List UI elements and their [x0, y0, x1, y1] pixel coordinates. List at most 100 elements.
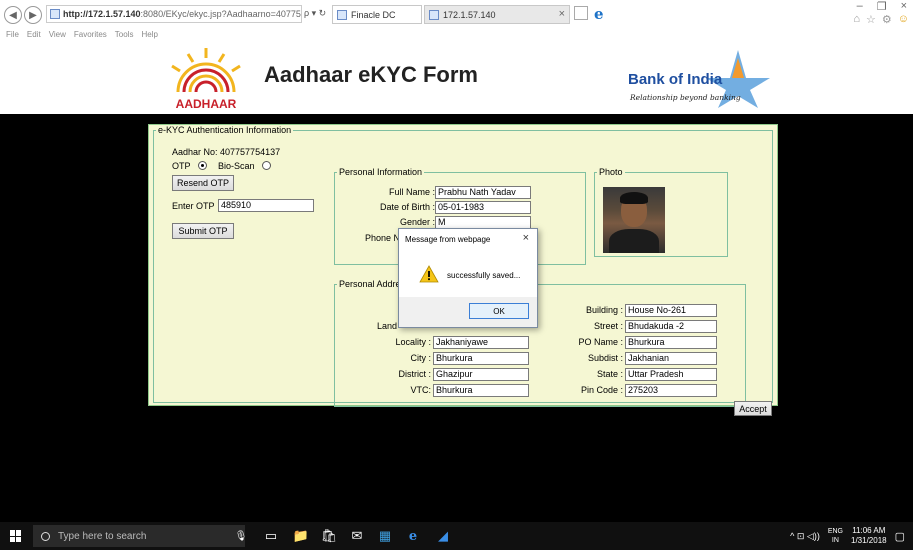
- url-path: :8080/EKyc/ekyc.jsp?Aadhaarno=407757: [140, 9, 302, 19]
- otp-input[interactable]: 485910: [218, 199, 314, 212]
- po-name-label: PO Name :: [578, 337, 623, 347]
- clock[interactable]: 11:06 AM 1/31/2018: [851, 526, 887, 546]
- bioscan-radio[interactable]: [262, 161, 271, 170]
- search-placeholder: Type here to search: [58, 530, 147, 542]
- resend-otp-button[interactable]: Resend OTP: [172, 175, 234, 191]
- subdist-label: Subdist :: [587, 353, 623, 363]
- phone-label: Phone N: [365, 233, 401, 243]
- city-input[interactable]: Bhurkura: [433, 352, 529, 365]
- dob-input[interactable]: 05-01-1983: [435, 201, 531, 214]
- system-tray: ^ ⊡ ◁)) ENG IN 11:06 AM 1/31/2018 ▢: [790, 526, 905, 546]
- enter-otp-label: Enter OTP: [172, 201, 215, 211]
- address-bar[interactable]: http://172.1.57.140:8080/EKyc/ekyc.jsp?A…: [46, 5, 302, 23]
- bank-name: Bank of India: [628, 71, 723, 88]
- tab-label: Finacle DC: [351, 9, 396, 20]
- building-input[interactable]: House No-261: [625, 304, 717, 317]
- subdist-input[interactable]: Jakhanian: [625, 352, 717, 365]
- full-name-input[interactable]: Prabhu Nath Yadav: [435, 186, 531, 199]
- otp-radio[interactable]: [198, 161, 207, 170]
- photo-fieldset: Photo: [594, 167, 728, 257]
- tab-label: 172.1.57.140: [443, 9, 496, 20]
- browser-chrome: ◀ ▶ http://172.1.57.140:8080/EKyc/ekyc.j…: [0, 0, 913, 30]
- gender-label: Gender :: [399, 217, 435, 227]
- state-input[interactable]: Uttar Pradesh: [625, 368, 717, 381]
- microphone-icon[interactable]: 🎙: [234, 529, 248, 543]
- personal-legend: Personal Information: [339, 167, 423, 177]
- personal-address-fieldset: Personal Address C Land Locality : Jakha…: [334, 279, 746, 407]
- menu-favorites[interactable]: Favorites: [74, 30, 107, 42]
- internet-explorer-icon[interactable]: e: [406, 529, 420, 544]
- task-view-icon[interactable]: ▭: [264, 528, 278, 543]
- tab-favicon-icon: [337, 9, 347, 20]
- photo-shirt: [609, 229, 659, 253]
- notification-icon[interactable]: ▢: [895, 530, 905, 543]
- clock-time: 11:06 AM: [852, 526, 886, 535]
- district-input[interactable]: Ghazipur: [433, 368, 529, 381]
- taskbar-search-box[interactable]: Type here to search: [33, 525, 245, 547]
- store-icon[interactable]: 🛍: [321, 528, 338, 543]
- menu-tools[interactable]: Tools: [115, 30, 134, 42]
- tray-icons[interactable]: ^ ⊡ ◁)): [790, 531, 820, 542]
- home-icon[interactable]: ⌂: [853, 13, 860, 26]
- dialog-close-icon[interactable]: ×: [523, 232, 529, 244]
- restore-icon[interactable]: ❐: [877, 0, 887, 13]
- pin-code-input[interactable]: 275203: [625, 384, 717, 397]
- favorites-icon[interactable]: ☆: [866, 13, 876, 26]
- cortana-icon: [41, 531, 50, 541]
- po-name-input[interactable]: Bhurkura: [625, 336, 717, 349]
- photo-legend: Photo: [599, 167, 623, 177]
- locality-input[interactable]: Jakhaniyawe: [433, 336, 529, 349]
- bioscan-radio-label: Bio-Scan: [218, 161, 255, 171]
- ok-button[interactable]: OK: [469, 303, 529, 319]
- tab-finacle[interactable]: Finacle DC: [332, 5, 422, 24]
- address-controls[interactable]: ρ ▾ ↻: [304, 8, 326, 19]
- settings-gear-icon[interactable]: ⚙: [882, 13, 892, 26]
- app-icon[interactable]: ▦: [378, 528, 392, 543]
- paint-icon[interactable]: ◢: [436, 528, 450, 543]
- applicant-photo: [603, 187, 665, 253]
- menu-edit[interactable]: Edit: [27, 30, 41, 42]
- page-title: Aadhaar eKYC Form: [264, 62, 478, 87]
- bank-of-india-logo: Bank of India Relationship beyond bankin…: [628, 50, 770, 108]
- tab-close-icon[interactable]: ×: [559, 8, 565, 20]
- menu-help[interactable]: Help: [141, 30, 157, 42]
- clock-date: 1/31/2018: [851, 536, 887, 545]
- otp-radio-label: OTP: [172, 161, 191, 171]
- page-favicon-icon: [50, 9, 60, 19]
- forward-icon[interactable]: ▶: [24, 6, 42, 24]
- minimize-icon[interactable]: –: [857, 0, 863, 13]
- windows-start-icon[interactable]: [10, 530, 22, 542]
- ekyc-legend: e-KYC Authentication Information: [158, 125, 292, 135]
- building-label: Building :: [585, 305, 623, 315]
- aadhaar-logo-text: AADHAAR: [176, 97, 237, 111]
- aadhaar-logo: AADHAAR: [171, 48, 241, 111]
- tab-current[interactable]: 172.1.57.140 ×: [424, 5, 570, 24]
- street-input[interactable]: Bhudakuda -2: [625, 320, 717, 333]
- dob-label: Date of Birth :: [379, 202, 435, 212]
- full-name-label: Full Name :: [388, 187, 435, 197]
- message-dialog: Message from webpage × successfully save…: [398, 228, 538, 328]
- ie-logo-icon: e: [594, 5, 604, 23]
- vtc-input[interactable]: Bhurkura: [433, 384, 529, 397]
- menu-bar: File Edit View Favorites Tools Help: [0, 30, 913, 42]
- new-tab-button[interactable]: [574, 6, 588, 20]
- locality-label: Locality :: [395, 337, 431, 347]
- file-explorer-icon[interactable]: 📁: [293, 528, 309, 543]
- window-controls: – ❐ ×: [857, 0, 907, 13]
- photo-hair: [620, 192, 648, 204]
- smiley-icon[interactable]: ☺: [898, 13, 909, 26]
- dialog-title: Message from webpage: [405, 235, 491, 244]
- submit-otp-button[interactable]: Submit OTP: [172, 223, 234, 239]
- menu-view[interactable]: View: [49, 30, 66, 42]
- language-indicator[interactable]: ENG IN: [828, 527, 843, 545]
- accept-button[interactable]: Accept: [734, 401, 772, 416]
- menu-file[interactable]: File: [6, 30, 19, 42]
- mail-icon[interactable]: ✉: [350, 528, 364, 543]
- back-icon[interactable]: ◀: [4, 6, 22, 24]
- pin-code-label: Pin Code :: [580, 385, 623, 395]
- close-window-icon[interactable]: ×: [901, 0, 907, 13]
- windows-taskbar: Type here to search 🎙 ▭ 📁 🛍 ✉ ▦ e ◢ ^ ⊡ …: [0, 522, 913, 550]
- city-label: City :: [410, 353, 431, 363]
- dialog-footer: OK: [399, 297, 537, 327]
- aadhar-number: Aadhar No: 407757754137: [172, 147, 281, 157]
